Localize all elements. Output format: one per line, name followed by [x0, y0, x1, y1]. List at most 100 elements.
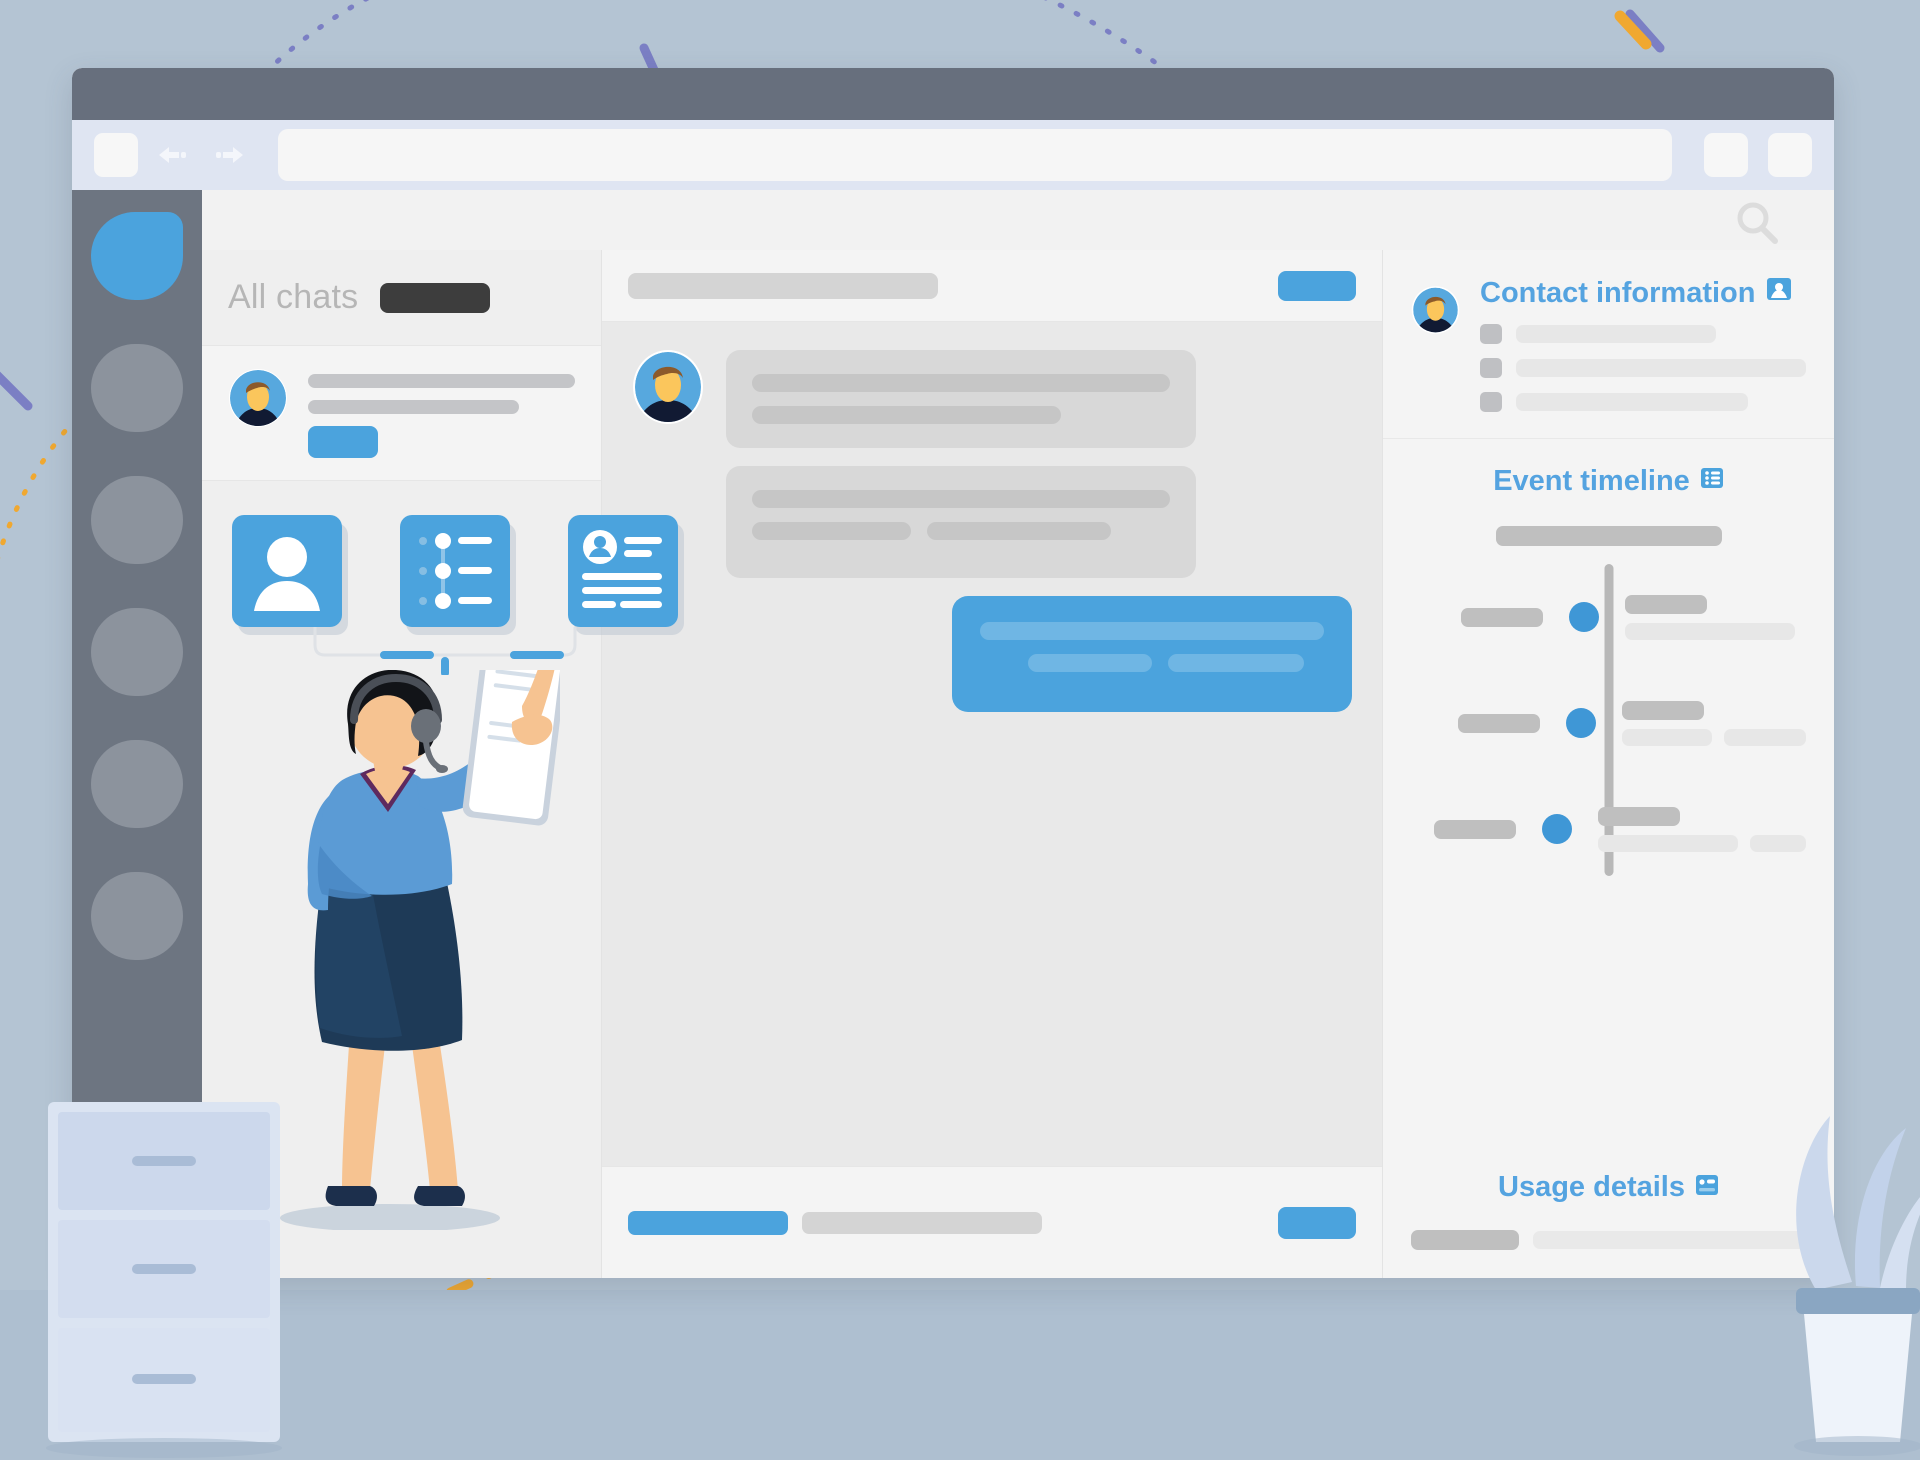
browser-titlebar	[72, 68, 1834, 120]
floor-band	[0, 1290, 1920, 1460]
contact-row-value	[1516, 393, 1748, 411]
message-incoming-2	[632, 466, 1352, 578]
event-timeline-label: Event timeline	[1493, 465, 1690, 497]
contact-photo-icon	[1766, 276, 1792, 310]
message-bubble	[726, 466, 1196, 578]
headset-mic	[436, 765, 448, 773]
composer-secondary-tab[interactable]	[802, 1211, 1042, 1234]
event-timeline	[1411, 498, 1806, 882]
chat-item-badge[interactable]	[308, 426, 378, 458]
usage-details-title: Usage details	[1411, 1171, 1806, 1204]
chat-item-line-1	[308, 374, 575, 388]
bubble-line	[980, 622, 1324, 640]
conversation-action-button[interactable]	[1278, 270, 1356, 301]
toolbar-button-2[interactable]	[1768, 133, 1812, 177]
conversation-title-bar	[628, 272, 938, 299]
message-outgoing-1	[632, 596, 1352, 712]
avatar	[229, 369, 287, 427]
rail-avatar-2[interactable]	[91, 344, 183, 432]
timeline-dot	[1569, 602, 1599, 632]
bubble-line	[926, 522, 1111, 540]
card-connectors	[232, 627, 577, 677]
bubble-line	[752, 490, 1170, 508]
pot-body	[1804, 1314, 1912, 1442]
headset-mic-arm	[423, 739, 443, 771]
plant-leaf	[1796, 1116, 1852, 1290]
contact-information-label: Contact information	[1480, 276, 1756, 309]
rail-avatar-5[interactable]	[91, 740, 183, 828]
message-composer	[602, 1166, 1382, 1278]
rail-avatar-4[interactable]	[91, 608, 183, 696]
contact-information-title: Contact information	[1480, 276, 1806, 310]
rail-avatar-active[interactable]	[91, 212, 183, 300]
message-bubble-outgoing	[952, 596, 1352, 712]
timeline-event-1[interactable]	[1411, 564, 1806, 670]
usage-badge-icon	[1695, 1171, 1719, 1204]
timeline-event-left	[1411, 713, 1566, 733]
drawer-handle	[132, 1374, 196, 1384]
chat-list-item[interactable]	[202, 346, 601, 481]
contact-card-icon	[582, 530, 662, 608]
usage-details-label: Usage details	[1498, 1171, 1685, 1203]
search-icon[interactable]	[1732, 198, 1782, 253]
contact-row-value	[1516, 359, 1806, 377]
timeline-grid-icon	[1700, 465, 1724, 498]
chat-item-line-2	[308, 400, 519, 414]
timeline-event-content	[1599, 594, 1806, 640]
timeline-event-left	[1411, 819, 1542, 839]
chats-title: All chats	[228, 278, 359, 316]
toolbar-button-1[interactable]	[1704, 133, 1748, 177]
filing-cabinet	[46, 1102, 282, 1458]
chats-filter-pill[interactable]	[380, 282, 491, 313]
drawer-handle	[132, 1264, 196, 1274]
card-timeline[interactable]	[400, 515, 510, 627]
timeline-dot	[1542, 814, 1572, 844]
forward-icon[interactable]	[210, 140, 246, 170]
shoe-right	[414, 1186, 465, 1206]
avatar	[1411, 286, 1460, 334]
timeline-event-3[interactable]	[1411, 776, 1806, 882]
support-agent-figure	[280, 670, 560, 1230]
conversation-header	[602, 250, 1382, 322]
bubble-line	[752, 374, 1170, 392]
app-topbar	[202, 190, 1834, 250]
rail-avatar-6[interactable]	[91, 872, 183, 960]
contact-row-icon	[1480, 358, 1502, 378]
drawer-handle	[132, 1156, 196, 1166]
message-bubble	[726, 350, 1196, 448]
card-contact[interactable]	[568, 515, 678, 627]
timeline-event-content	[1572, 806, 1806, 852]
leg-right	[410, 1030, 458, 1190]
timeline-dot	[1566, 708, 1596, 738]
pot-rim	[1796, 1288, 1920, 1314]
conversation-pane	[602, 250, 1382, 1278]
bubble-line	[1168, 654, 1305, 672]
feature-cards	[202, 481, 678, 627]
back-icon[interactable]	[156, 140, 192, 170]
timeline-list-icon	[419, 533, 492, 609]
contact-row	[1480, 392, 1806, 412]
contact-row	[1480, 324, 1806, 344]
contact-information-section: Contact information	[1383, 250, 1834, 439]
timeline-event-2[interactable]	[1411, 670, 1806, 776]
composer-send-button[interactable]	[1278, 1206, 1356, 1239]
event-timeline-section: Event timeline	[1383, 439, 1834, 888]
contact-row	[1480, 358, 1806, 378]
contact-row-icon	[1480, 392, 1502, 412]
rail-avatar-3[interactable]	[91, 476, 183, 564]
composer-active-tab[interactable]	[628, 1210, 788, 1235]
bubble-line	[1028, 654, 1153, 672]
user-avatar-icon	[254, 537, 320, 611]
url-input[interactable]	[278, 129, 1672, 181]
headset-earcup	[411, 709, 441, 743]
browser-tab-button[interactable]	[94, 133, 138, 177]
usage-row-key	[1411, 1230, 1519, 1250]
message-incoming-1	[632, 350, 1352, 448]
potted-plant	[1794, 1116, 1920, 1456]
toolbar-right-buttons	[1704, 133, 1812, 177]
leg-left	[342, 1030, 386, 1190]
card-profile[interactable]	[232, 515, 342, 627]
chats-header: All chats	[202, 250, 601, 346]
bubble-line	[752, 406, 1062, 424]
illustration-stage: All chats Contact information Event time…	[0, 0, 1920, 1460]
